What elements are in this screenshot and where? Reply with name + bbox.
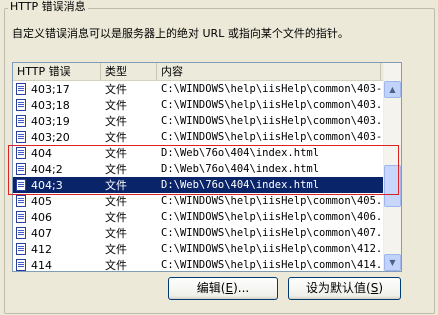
cell-http-error: 403;17 xyxy=(13,83,101,96)
http-error-list[interactable]: HTTP 错误 类型 内容 403;17 文件 C:\WINDOWS\help\ii… xyxy=(12,62,402,272)
cell-http-error: 414 xyxy=(13,258,101,272)
list-item[interactable]: 412 文件 C:\WINDOWS\help\iisHelp\common\412.… xyxy=(13,241,383,257)
edit-accel: E xyxy=(225,281,234,295)
cell-http-error: 406 xyxy=(13,211,101,224)
cell-http-error: 407 xyxy=(13,227,101,240)
http-error-code: 405 xyxy=(31,194,52,208)
cell-content: C:\WINDOWS\help\iisHelp\common\407.ht xyxy=(161,227,383,239)
cell-content: C:\WINDOWS\help\iisHelp\common\405.ht xyxy=(161,195,383,207)
cell-http-error: 405 xyxy=(13,195,101,208)
document-icon xyxy=(16,195,26,207)
scroll-down-arrow-icon[interactable]: ▼ xyxy=(384,254,401,271)
list-item[interactable]: 403;19 文件 C:\WINDOWS\help\iisHelp\common\4… xyxy=(13,113,383,129)
cell-type: 文件 xyxy=(105,99,127,112)
set-default-button-label: 设为默认值 xyxy=(305,281,366,295)
cell-http-error: 404;2 xyxy=(13,163,101,176)
cell-http-error: 403;18 xyxy=(13,99,101,112)
http-error-code: 403;19 xyxy=(31,114,70,128)
cell-content: C:\WINDOWS\help\iisHelp\common\414.ht xyxy=(161,259,383,271)
group-title: HTTP 错误消息 xyxy=(8,0,88,14)
edit-ellipsis: ... xyxy=(237,281,250,295)
cell-content: C:\WINDOWS\help\iisHelp\common\412.ht xyxy=(161,243,383,255)
cell-http-error: 404;3 xyxy=(13,179,101,192)
list-item[interactable]: 405 文件 C:\WINDOWS\help\iisHelp\common\405.… xyxy=(13,193,383,209)
document-icon xyxy=(16,227,26,239)
cell-content: C:\WINDOWS\help\iisHelp\common\403.ht xyxy=(161,99,383,111)
document-icon xyxy=(16,115,26,127)
list-item[interactable]: 404;3 文件 D:\Web\76o\404\index.html xyxy=(13,177,383,193)
edit-button[interactable]: 编辑(E)... xyxy=(168,277,278,300)
http-error-code: 403;18 xyxy=(31,98,70,112)
document-icon xyxy=(16,259,26,271)
document-icon xyxy=(16,243,26,255)
http-error-code: 406 xyxy=(31,210,52,224)
http-error-code: 404 xyxy=(31,146,52,160)
cell-content: D:\Web\76o\404\index.html xyxy=(161,163,320,175)
set-default-button[interactable]: 设为默认值(S) xyxy=(288,277,401,300)
document-icon xyxy=(16,147,26,159)
http-error-code: 403;17 xyxy=(31,82,70,96)
list-item[interactable]: 403;18 文件 C:\WINDOWS\help\iisHelp\common\4… xyxy=(13,97,383,113)
cell-content: C:\WINDOWS\help\iisHelp\common\403-.. xyxy=(161,83,383,95)
cell-http-error: 404 xyxy=(13,147,101,160)
list-item[interactable]: 406 文件 C:\WINDOWS\help\iisHelp\common\406.… xyxy=(13,209,383,225)
cell-type: 文件 xyxy=(105,163,127,176)
vertical-scrollbar[interactable]: ▲ ▼ xyxy=(383,63,401,271)
cell-http-error: 412 xyxy=(13,243,101,256)
document-icon xyxy=(16,163,26,175)
http-error-code: 403;20 xyxy=(31,130,70,144)
description-text: 自定义错误消息可以是服务器上的绝对 URL 或指向某个文件的指针。 xyxy=(12,27,349,40)
scrollbar-thumb[interactable] xyxy=(384,165,401,207)
http-error-code: 404;2 xyxy=(31,162,63,176)
set-default-accel: S xyxy=(370,281,379,295)
cell-content: C:\WINDOWS\help\iisHelp\common\403.ht xyxy=(161,115,383,127)
scroll-up-arrow-icon[interactable]: ▲ xyxy=(384,81,401,98)
cell-type: 文件 xyxy=(105,211,127,224)
http-error-code: 414 xyxy=(31,258,52,272)
column-header-content[interactable]: 内容 xyxy=(157,63,381,80)
cell-type: 文件 xyxy=(105,147,127,160)
http-error-code: 404;3 xyxy=(31,178,63,192)
list-item[interactable]: 404 文件 D:\Web\76o\404\index.html xyxy=(13,145,383,161)
document-icon xyxy=(16,99,26,111)
document-icon xyxy=(16,131,26,143)
cell-type: 文件 xyxy=(105,259,127,272)
column-header-type[interactable]: 类型 xyxy=(101,63,157,80)
cell-content: C:\WINDOWS\help\iisHelp\common\406.ht xyxy=(161,211,383,223)
cell-type: 文件 xyxy=(105,195,127,208)
cell-type: 文件 xyxy=(105,179,127,192)
http-error-code: 407 xyxy=(31,226,52,240)
http-error-code: 412 xyxy=(31,242,52,256)
cell-type: 文件 xyxy=(105,243,127,256)
column-header-http-error[interactable]: HTTP 错误 xyxy=(13,63,101,80)
cell-type: 文件 xyxy=(105,131,127,144)
list-item[interactable]: 404;2 文件 D:\Web\76o\404\index.html xyxy=(13,161,383,177)
document-icon xyxy=(16,211,26,223)
cell-http-error: 403;19 xyxy=(13,115,101,128)
edit-button-label: 编辑 xyxy=(196,281,221,295)
list-item[interactable]: 403;17 文件 C:\WINDOWS\help\iisHelp\common\4… xyxy=(13,81,383,97)
cell-type: 文件 xyxy=(105,115,127,128)
cell-content: D:\Web\76o\404\index.html xyxy=(161,179,320,191)
document-icon xyxy=(16,179,26,191)
cell-type: 文件 xyxy=(105,83,127,96)
cell-content: D:\Web\76o\404\index.html xyxy=(161,147,320,159)
list-item[interactable]: 414 文件 C:\WINDOWS\help\iisHelp\common\414.… xyxy=(13,257,383,272)
list-rows: 403;17 文件 C:\WINDOWS\help\iisHelp\common\4… xyxy=(13,81,383,272)
document-icon xyxy=(16,83,26,95)
cell-content: C:\WINDOWS\help\iisHelp\common\403-.. xyxy=(161,131,383,143)
list-item[interactable]: 407 文件 C:\WINDOWS\help\iisHelp\common\407.… xyxy=(13,225,383,241)
cell-http-error: 403;20 xyxy=(13,131,101,144)
cell-type: 文件 xyxy=(105,227,127,240)
list-header: HTTP 错误 类型 内容 xyxy=(13,63,401,81)
list-item[interactable]: 403;20 文件 C:\WINDOWS\help\iisHelp\common\4… xyxy=(13,129,383,145)
